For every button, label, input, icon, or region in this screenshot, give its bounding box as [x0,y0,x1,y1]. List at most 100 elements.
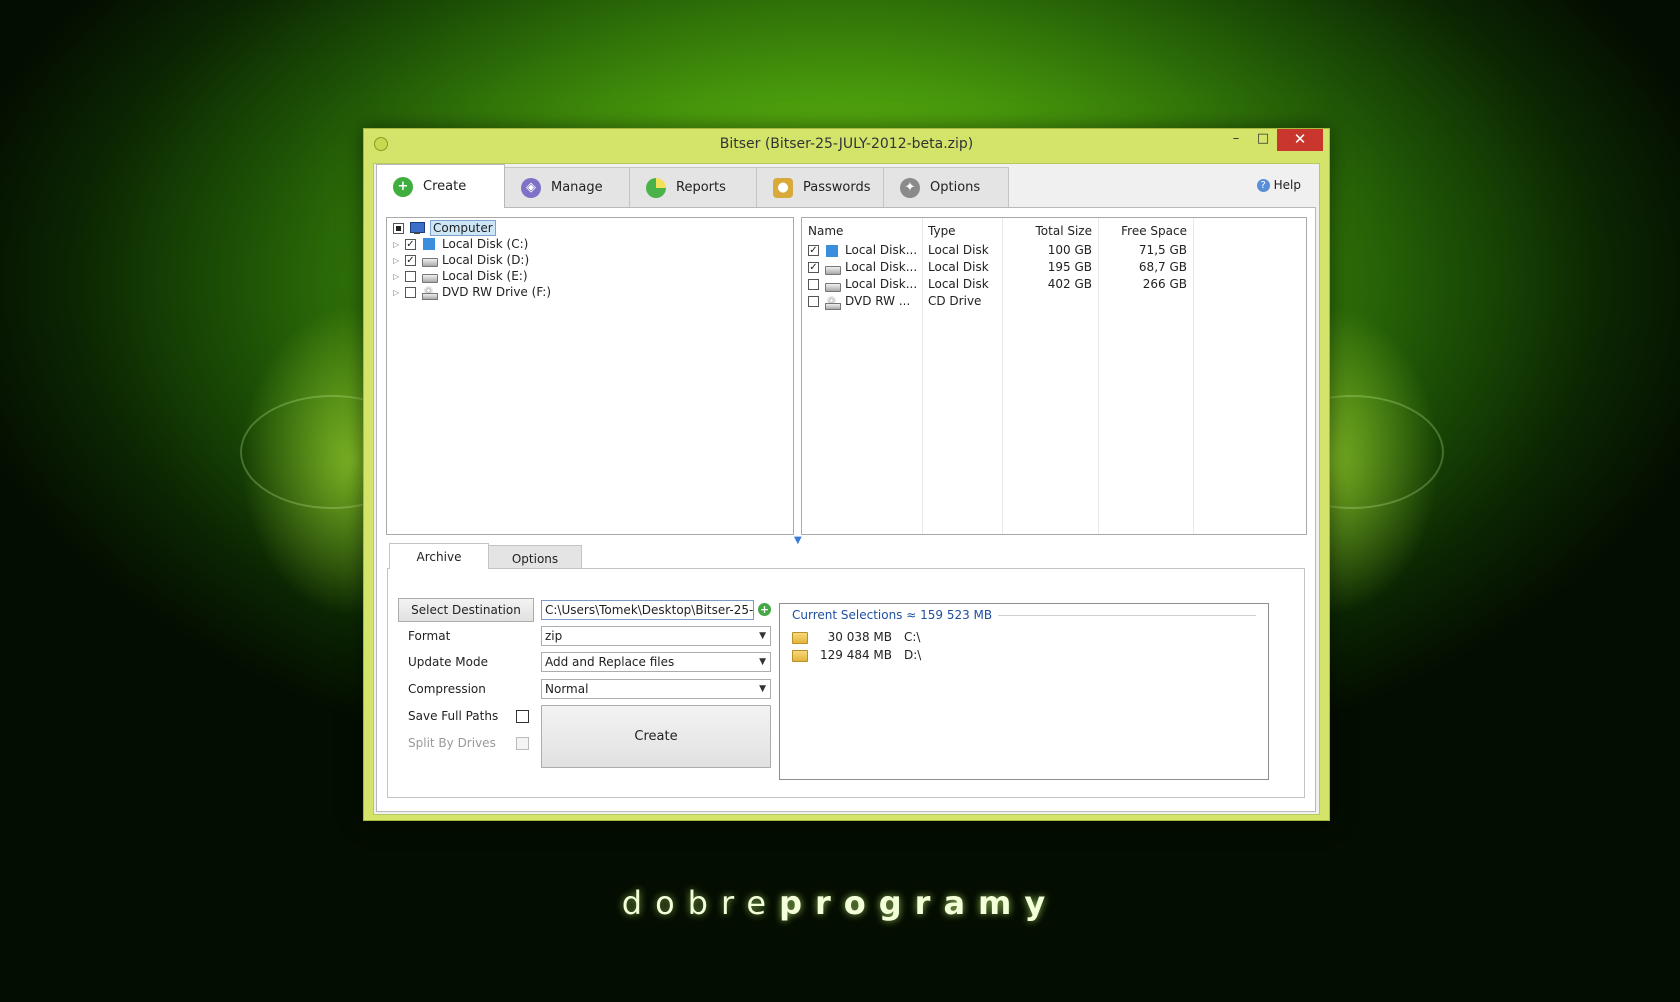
column-header-total-size[interactable]: Total Size [1002,218,1092,240]
minimize-button[interactable]: – [1222,129,1250,151]
row-name: Local Disk... [845,260,918,274]
bitser-window: Bitser (Bitser-25-JULY-2012-beta.zip) – … [363,128,1330,821]
tree-label: Local Disk (D:) [442,253,530,267]
row-free-space: 71,5 GB [1138,243,1187,257]
drive-list[interactable]: ˄ Name Type Total Size Free Space ✓ Loca… [801,217,1307,535]
brand-light-text: dobre [621,884,780,922]
wallpaper-brand: dobreprogramy [0,884,1680,922]
brand-bold-text: programy [779,884,1059,922]
tree-node-d[interactable]: ▷ ✓ Local Disk (D:) [393,252,529,268]
help-label: Help [1273,178,1301,192]
tab-content: Computer ▷ ✓ Local Disk (C:) ▷ ✓ Local D… [376,207,1316,812]
tree-checkbox[interactable] [393,222,404,234]
tab-options[interactable]: ✦ Options [883,167,1009,207]
create-archive-button[interactable]: Create [541,705,771,768]
row-total-size: 402 GB [1047,277,1092,291]
tree-checkbox[interactable]: ✓ [405,238,416,250]
row-free-space: 266 GB [1142,277,1187,291]
row-name: Local Disk... [845,277,918,291]
tree-node-c[interactable]: ▷ ✓ Local Disk (C:) [393,236,528,252]
row-checkbox[interactable] [808,296,819,307]
tree-label: Computer [430,220,496,236]
list-item[interactable]: 129 484 MB D:\ [792,648,921,662]
window-title: Bitser (Bitser-25-JULY-2012-beta.zip) [719,136,974,152]
row-checkbox[interactable]: ✓ [808,245,819,256]
tree-checkbox[interactable]: ✓ [405,254,416,266]
dvd-drive-icon [824,295,841,310]
help-icon: ? [1256,178,1270,192]
row-name: DVD RW ... [845,294,911,308]
selection-path: C:\ [904,630,921,644]
tree-node-f[interactable]: ▷ DVD RW Drive (F:) [393,284,551,300]
row-checkbox[interactable]: ✓ [808,262,819,273]
tree-label: Local Disk (E:) [442,269,528,283]
save-full-paths-label: Save Full Paths [408,709,499,723]
row-name-cell: Local Disk... [808,276,917,293]
close-button[interactable]: ✕ [1277,129,1323,151]
update-mode-value: Add and Replace files [545,655,675,669]
destination-input[interactable]: C:\Users\Tomek\Desktop\Bitser-25-JULY-20… [541,600,754,620]
folder-icon [792,631,808,644]
tab-label: Manage [551,180,603,195]
tree-node-e[interactable]: ▷ Local Disk (E:) [393,268,528,284]
tree-checkbox[interactable] [405,270,416,282]
update-mode-select[interactable]: Add and Replace files ▼ [541,652,771,672]
chevron-down-icon: ▼ [759,684,766,694]
row-type: CD Drive [928,294,982,308]
row-type: Local Disk [928,277,989,291]
add-destination-icon[interactable]: + [758,603,771,616]
hard-drive-icon [421,270,438,283]
selection-size: 30 038 MB [827,630,892,644]
split-by-drives-label: Split By Drives [408,736,496,750]
client-area: + Create ◈ Manage Reports ● Passwords ✦ … [373,163,1320,815]
expand-icon[interactable]: ▷ [393,256,401,265]
hard-drive-icon [824,279,841,292]
compression-select[interactable]: Normal ▼ [541,679,771,699]
system-drive-icon [421,238,437,250]
wrench-icon: ✦ [900,177,920,198]
expand-icon[interactable]: ▷ [393,272,401,281]
tab-create[interactable]: + Create [376,164,505,208]
tab-archive-options[interactable]: Options [488,545,582,569]
expand-icon[interactable]: ▷ [393,240,401,249]
tab-passwords[interactable]: ● Passwords [756,167,884,207]
expand-icon[interactable]: ▷ [393,288,401,297]
chevron-down-icon: ▼ [759,631,766,641]
folder-icon [792,649,808,662]
row-checkbox[interactable] [808,279,819,290]
maximize-button[interactable]: □ [1249,129,1277,151]
tab-manage[interactable]: ◈ Manage [504,167,630,207]
title-bar[interactable]: Bitser (Bitser-25-JULY-2012-beta.zip) – … [364,129,1329,159]
tab-label: Create [423,179,467,194]
row-total-size: 100 GB [1047,243,1092,257]
tree-node-computer[interactable]: Computer [393,220,496,236]
selection-size: 129 484 MB [819,648,892,662]
list-item[interactable]: 30 038 MB C:\ [792,630,920,644]
drive-tree[interactable]: Computer ▷ ✓ Local Disk (C:) ▷ ✓ Local D… [386,217,794,535]
save-full-paths-checkbox[interactable] [516,710,529,723]
format-select[interactable]: zip ▼ [541,626,771,646]
lock-icon: ● [773,177,793,198]
update-mode-label: Update Mode [408,655,488,669]
chevron-down-icon: ▼ [759,657,766,667]
sort-arrow-icon: ˄ [862,217,867,226]
tab-archive[interactable]: Archive [389,543,489,569]
select-destination-button[interactable]: Select Destination [398,598,534,622]
help-link[interactable]: ? Help [1256,178,1301,192]
row-name-cell: ✓ Local Disk... [808,242,917,259]
tab-label: Passwords [803,180,871,195]
column-header-type[interactable]: Type [928,218,956,240]
row-name-cell: ✓ Local Disk... [808,259,917,276]
selection-path: D:\ [904,648,922,662]
tab-reports[interactable]: Reports [629,167,757,207]
dvd-drive-icon [421,286,438,300]
row-name-cell: DVD RW ... [808,293,910,310]
manage-icon: ◈ [521,177,541,198]
format-label: Format [408,629,451,643]
column-header-free-space[interactable]: Free Space [1098,218,1187,240]
tree-checkbox[interactable] [405,286,416,298]
hard-drive-icon [824,262,841,275]
pie-chart-icon [646,177,666,198]
column-header-name[interactable]: Name [808,218,843,240]
tab-label: Reports [676,180,726,195]
